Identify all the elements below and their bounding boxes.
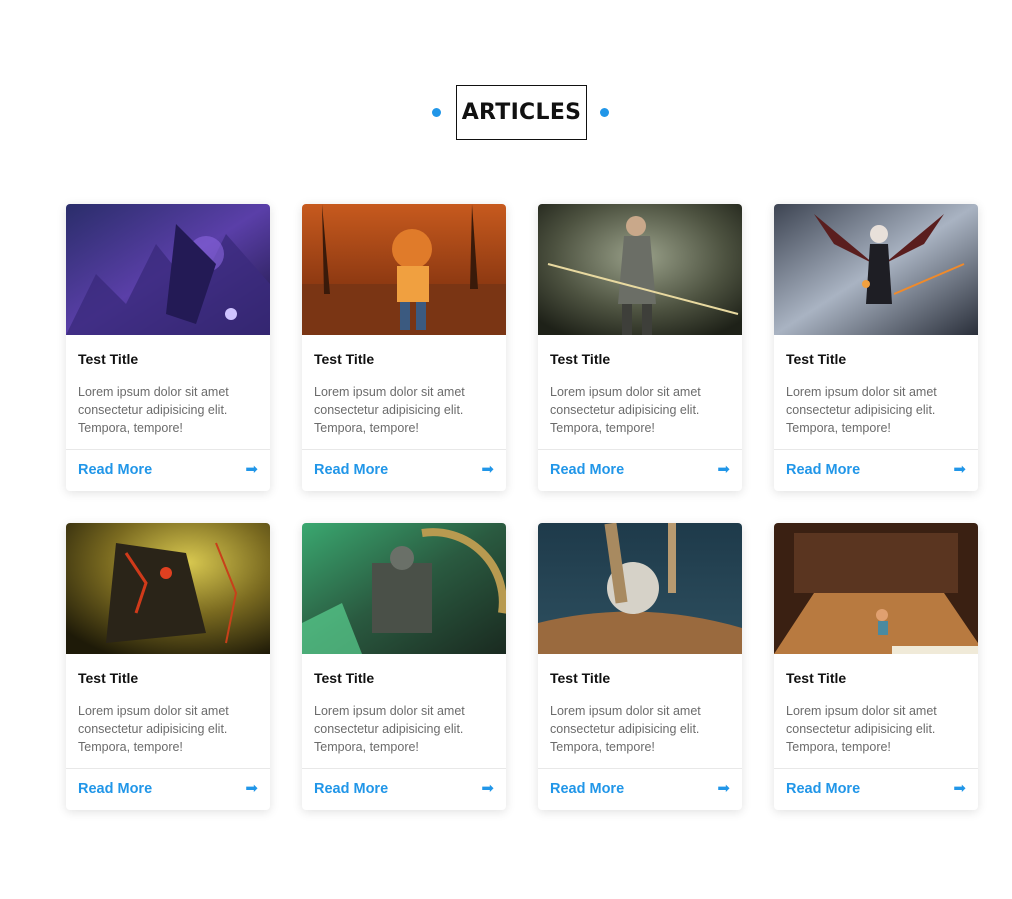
article-excerpt: Lorem ipsum dolor sit amet consectetur a… bbox=[786, 385, 937, 435]
card-divider bbox=[774, 768, 978, 769]
article-image bbox=[66, 204, 270, 335]
read-more-link[interactable]: Read More bbox=[550, 781, 624, 797]
arrow-right-icon[interactable]: ➡ bbox=[245, 779, 258, 797]
article-title: Test Title bbox=[314, 670, 375, 686]
arrow-right-icon[interactable]: ➡ bbox=[717, 779, 730, 797]
read-more-link[interactable]: Read More bbox=[786, 781, 860, 797]
section-heading: ARTICLES bbox=[0, 85, 1012, 140]
article-excerpt: Lorem ipsum dolor sit amet consectetur a… bbox=[314, 385, 465, 435]
card-divider bbox=[302, 449, 506, 450]
arrow-right-icon[interactable]: ➡ bbox=[481, 460, 494, 478]
arrow-right-icon[interactable]: ➡ bbox=[481, 779, 494, 797]
card-divider bbox=[66, 768, 270, 769]
article-excerpt: Lorem ipsum dolor sit amet consectetur a… bbox=[78, 704, 229, 754]
article-image bbox=[302, 204, 506, 335]
article-image bbox=[302, 523, 506, 654]
article-title: Test Title bbox=[78, 670, 139, 686]
read-more-link[interactable]: Read More bbox=[786, 462, 860, 478]
card-divider bbox=[538, 449, 742, 450]
article-card: Test Title Lorem ipsum dolor sit amet co… bbox=[66, 523, 270, 810]
read-more-link[interactable]: Read More bbox=[314, 781, 388, 797]
article-excerpt: Lorem ipsum dolor sit amet consectetur a… bbox=[550, 385, 701, 435]
heading-dot-right bbox=[600, 108, 609, 117]
arrow-right-icon[interactable]: ➡ bbox=[245, 460, 258, 478]
read-more-link[interactable]: Read More bbox=[550, 462, 624, 478]
heading-dot-left bbox=[432, 108, 441, 117]
read-more-link[interactable]: Read More bbox=[314, 462, 388, 478]
read-more-link[interactable]: Read More bbox=[78, 781, 152, 797]
article-card: Test Title Lorem ipsum dolor sit amet co… bbox=[538, 523, 742, 810]
article-excerpt: Lorem ipsum dolor sit amet consectetur a… bbox=[550, 704, 701, 754]
section-title: ARTICLES bbox=[456, 85, 587, 140]
article-image bbox=[774, 204, 978, 335]
article-excerpt: Lorem ipsum dolor sit amet consectetur a… bbox=[78, 385, 229, 435]
article-card: Test Title Lorem ipsum dolor sit amet co… bbox=[302, 204, 506, 491]
article-title: Test Title bbox=[550, 670, 611, 686]
article-image bbox=[774, 523, 978, 654]
article-title: Test Title bbox=[314, 351, 375, 367]
article-card: Test Title Lorem ipsum dolor sit amet co… bbox=[538, 204, 742, 491]
card-divider bbox=[538, 768, 742, 769]
article-excerpt: Lorem ipsum dolor sit amet consectetur a… bbox=[314, 704, 465, 754]
article-excerpt: Lorem ipsum dolor sit amet consectetur a… bbox=[786, 704, 937, 754]
article-card: Test Title Lorem ipsum dolor sit amet co… bbox=[774, 204, 978, 491]
read-more-link[interactable]: Read More bbox=[78, 462, 152, 478]
card-divider bbox=[302, 768, 506, 769]
article-title: Test Title bbox=[786, 351, 847, 367]
article-image bbox=[538, 204, 742, 335]
arrow-right-icon[interactable]: ➡ bbox=[953, 779, 966, 797]
arrow-right-icon[interactable]: ➡ bbox=[717, 460, 730, 478]
article-image bbox=[66, 523, 270, 654]
article-card: Test Title Lorem ipsum dolor sit amet co… bbox=[302, 523, 506, 810]
arrow-right-icon[interactable]: ➡ bbox=[953, 460, 966, 478]
card-divider bbox=[66, 449, 270, 450]
article-card: Test Title Lorem ipsum dolor sit amet co… bbox=[66, 204, 270, 491]
article-title: Test Title bbox=[786, 670, 847, 686]
article-title: Test Title bbox=[78, 351, 139, 367]
article-image bbox=[538, 523, 742, 654]
card-divider bbox=[774, 449, 978, 450]
article-title: Test Title bbox=[550, 351, 611, 367]
article-card: Test Title Lorem ipsum dolor sit amet co… bbox=[774, 523, 978, 810]
